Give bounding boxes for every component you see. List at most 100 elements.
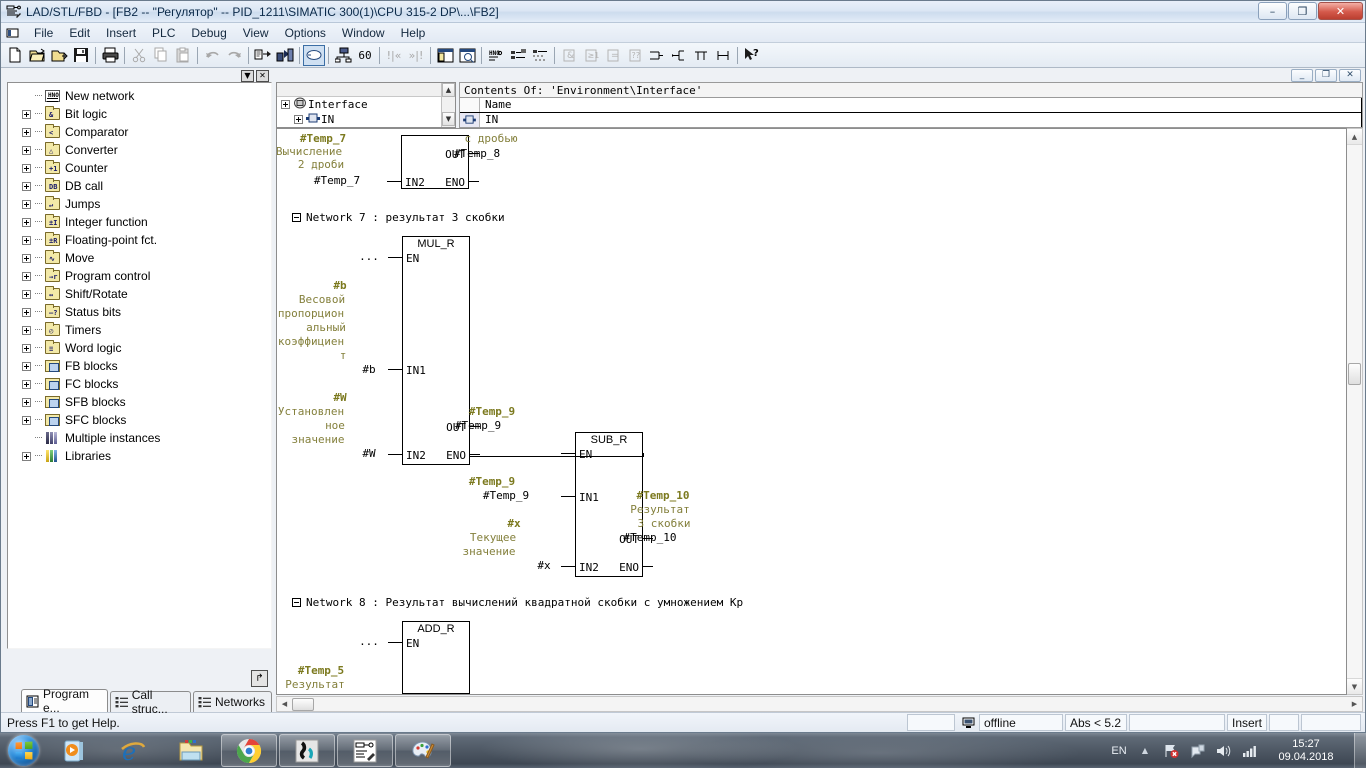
upload-button[interactable]: [274, 45, 296, 66]
div-block-partial[interactable]: IN2 OUT ENO: [401, 135, 469, 189]
table-row[interactable]: IN: [460, 113, 1362, 127]
new-file-button[interactable]: [4, 45, 26, 66]
mdi-minimize-button[interactable]: _: [1291, 68, 1313, 82]
catalog-item[interactable]: < Comparator: [12, 123, 271, 141]
catalog-item[interactable]: HNO New network: [12, 87, 271, 105]
expand-toggle-icon[interactable]: [22, 415, 31, 425]
signal-icon[interactable]: [1238, 740, 1260, 762]
save-button[interactable]: [70, 45, 92, 66]
catalog-item[interactable]: Libraries: [12, 447, 271, 465]
canvas-vertical-scrollbar[interactable]: ▲ ▼: [1347, 128, 1363, 695]
and-box-button[interactable]: &: [558, 45, 580, 66]
expand-toggle-icon[interactable]: [22, 379, 31, 389]
menu-edit[interactable]: Edit: [61, 24, 98, 42]
scroll-up-icon[interactable]: ▲: [442, 83, 455, 97]
volume-icon[interactable]: [1212, 740, 1234, 762]
show-desktop-button[interactable]: [1354, 733, 1366, 768]
lad-stl-fbd-icon[interactable]: [337, 734, 393, 767]
expand-toggle-icon[interactable]: [22, 361, 31, 371]
network-collapse-icon[interactable]: [292, 213, 301, 222]
column-header-name[interactable]: Name: [480, 98, 1362, 112]
catalog-item[interactable]: ↔ Shift/Rotate: [12, 285, 271, 303]
expand-toggle-icon[interactable]: [22, 181, 31, 191]
catalog-item[interactable]: FB blocks: [12, 357, 271, 375]
goto-next-error-button[interactable]: »|!: [405, 45, 427, 66]
expand-toggle-icon[interactable]: [22, 163, 31, 173]
paint-icon[interactable]: [395, 734, 451, 767]
scroll-left-icon[interactable]: ◀: [277, 697, 292, 711]
canvas-horizontal-scrollbar[interactable]: ◀ ▶: [276, 696, 1363, 712]
mdi-restore-button[interactable]: ❐: [1315, 68, 1337, 82]
scroll-track[interactable]: [1347, 145, 1362, 678]
panel-close-button[interactable]: ✕: [256, 70, 269, 82]
scroll-right-icon[interactable]: ▶: [1347, 697, 1362, 711]
symbol-table-button[interactable]: [332, 45, 354, 66]
expand-toggle-icon[interactable]: [22, 397, 31, 407]
panel-tab[interactable]: Networks: [192, 691, 272, 712]
catalog-item[interactable]: ∿ Move: [12, 249, 271, 267]
interface-tree-row-in[interactable]: IN: [277, 112, 455, 127]
expand-toggle-icon[interactable]: [22, 217, 31, 227]
show-hidden-icons-button[interactable]: ▲: [1134, 740, 1156, 762]
start-orb-icon[interactable]: [0, 734, 46, 767]
action-center-icon[interactable]: [1186, 740, 1208, 762]
catalog-item[interactable]: DB DB call: [12, 177, 271, 195]
expand-toggle-icon[interactable]: [22, 109, 31, 119]
catalog-item[interactable]: →r Program control: [12, 267, 271, 285]
maximize-button[interactable]: ❐: [1288, 2, 1317, 20]
normally-open-contact-button[interactable]: [690, 45, 712, 66]
branch-open-button[interactable]: [646, 45, 668, 66]
catalog-item[interactable]: ±R Floating-point fct.: [12, 231, 271, 249]
redo-button[interactable]: [223, 45, 245, 66]
add-r-block[interactable]: ADD_R EN: [402, 621, 470, 694]
language-indicator[interactable]: EN: [1106, 745, 1132, 757]
expand-toggle-icon[interactable]: [22, 325, 31, 335]
jump-to-button[interactable]: ↱: [251, 670, 268, 687]
catalog-item[interactable]: FC blocks: [12, 375, 271, 393]
network-collapse-icon[interactable]: [292, 598, 301, 607]
new-network-button[interactable]: HNO: [485, 45, 507, 66]
menu-insert[interactable]: Insert: [98, 24, 144, 42]
expand-toggle-icon[interactable]: [22, 145, 31, 155]
panel-tab[interactable]: Call struc...: [109, 688, 191, 716]
taskbar-clock[interactable]: 15:27 09.04.2018: [1262, 738, 1350, 764]
menu-help[interactable]: Help: [393, 24, 434, 42]
interface-tree-row-interface[interactable]: Interface: [277, 97, 455, 112]
catalog-item[interactable]: & Bit logic: [12, 105, 271, 123]
normally-closed-contact-button[interactable]: [712, 45, 734, 66]
internet-explorer-icon[interactable]: e: [105, 734, 161, 767]
catalog-item[interactable]: ≡ Word logic: [12, 339, 271, 357]
expand-toggle-icon[interactable]: [22, 289, 31, 299]
copy-button[interactable]: [150, 45, 172, 66]
interface-tree-scrollbar[interactable]: ▲ ▼: [441, 83, 455, 127]
monitor-button[interactable]: [303, 44, 325, 66]
call-structure-button[interactable]: [529, 45, 551, 66]
scroll-thumb[interactable]: [292, 697, 314, 711]
windows-explorer-icon[interactable]: [163, 734, 219, 767]
open-file-button[interactable]: [26, 45, 48, 66]
expand-toggle-icon[interactable]: [22, 271, 31, 281]
menu-file[interactable]: File: [26, 24, 61, 42]
cut-button[interactable]: [128, 45, 150, 66]
goto-first-error-button[interactable]: !|«: [383, 45, 405, 66]
context-help-button[interactable]: ?: [741, 45, 763, 66]
close-button[interactable]: ✕: [1318, 2, 1363, 20]
empty-box-button[interactable]: ??: [624, 45, 646, 66]
expand-toggle-icon[interactable]: [22, 343, 31, 353]
panel-collapse-button[interactable]: ▼: [241, 70, 254, 82]
menu-options[interactable]: Options: [277, 24, 334, 42]
save-as-button[interactable]: [48, 45, 70, 66]
window-system-menu-icon[interactable]: [5, 26, 21, 40]
catalog-item[interactable]: ±I Integer function: [12, 213, 271, 231]
or-box-button[interactable]: ≥1: [580, 45, 602, 66]
expand-toggle-icon[interactable]: [22, 199, 31, 209]
print-button[interactable]: [99, 45, 121, 66]
expand-toggle-icon[interactable]: [294, 115, 303, 124]
scroll-up-icon[interactable]: ▲: [1347, 129, 1362, 145]
catalog-item[interactable]: Multiple instances: [12, 429, 271, 447]
menu-view[interactable]: View: [235, 24, 277, 42]
branch-close-button[interactable]: [668, 45, 690, 66]
mdi-close-button[interactable]: ✕: [1339, 68, 1361, 82]
assign-button[interactable]: =: [602, 45, 624, 66]
catalog-item[interactable]: △ Converter: [12, 141, 271, 159]
